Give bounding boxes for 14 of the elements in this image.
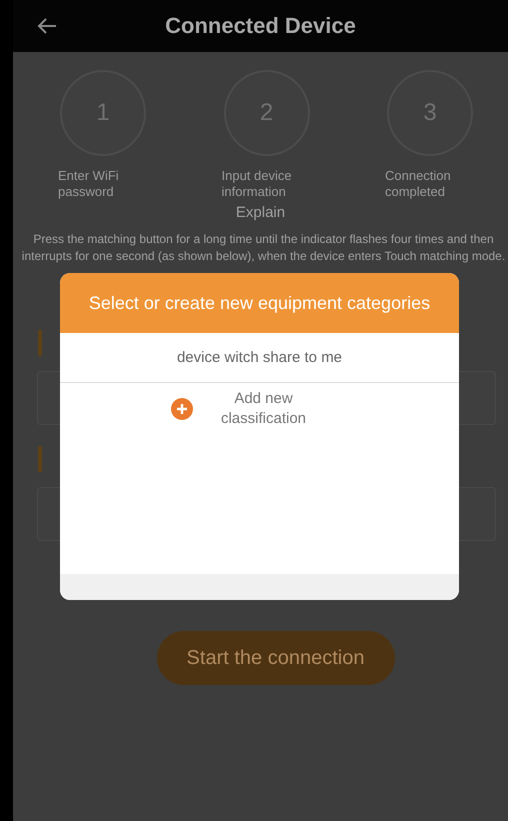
step-label: Enter WiFi password <box>58 168 120 200</box>
instruction-text: Press the matching button for a long time until the indicator flashes four times and then interrupts for one second (as shown below), when the device enters Touch matching mode. <box>20 231 506 265</box>
back-arrow-icon[interactable] <box>37 17 57 35</box>
category-item[interactable]: device witch share to me <box>60 333 459 383</box>
section-title: Explain <box>234 204 286 221</box>
add-classification-link[interactable]: Add new classification <box>208 389 318 429</box>
start-connection-button[interactable]: Start the connection <box>156 631 394 685</box>
step-label: Connection completed <box>385 168 452 200</box>
step-label: Input device information <box>222 168 293 200</box>
section-marker <box>38 330 42 356</box>
plus-circle-icon <box>170 398 192 420</box>
dialog-title: Select or create new equipment categories <box>60 273 459 333</box>
section-marker <box>38 446 42 472</box>
screen-title: Connected Device <box>165 13 356 39</box>
